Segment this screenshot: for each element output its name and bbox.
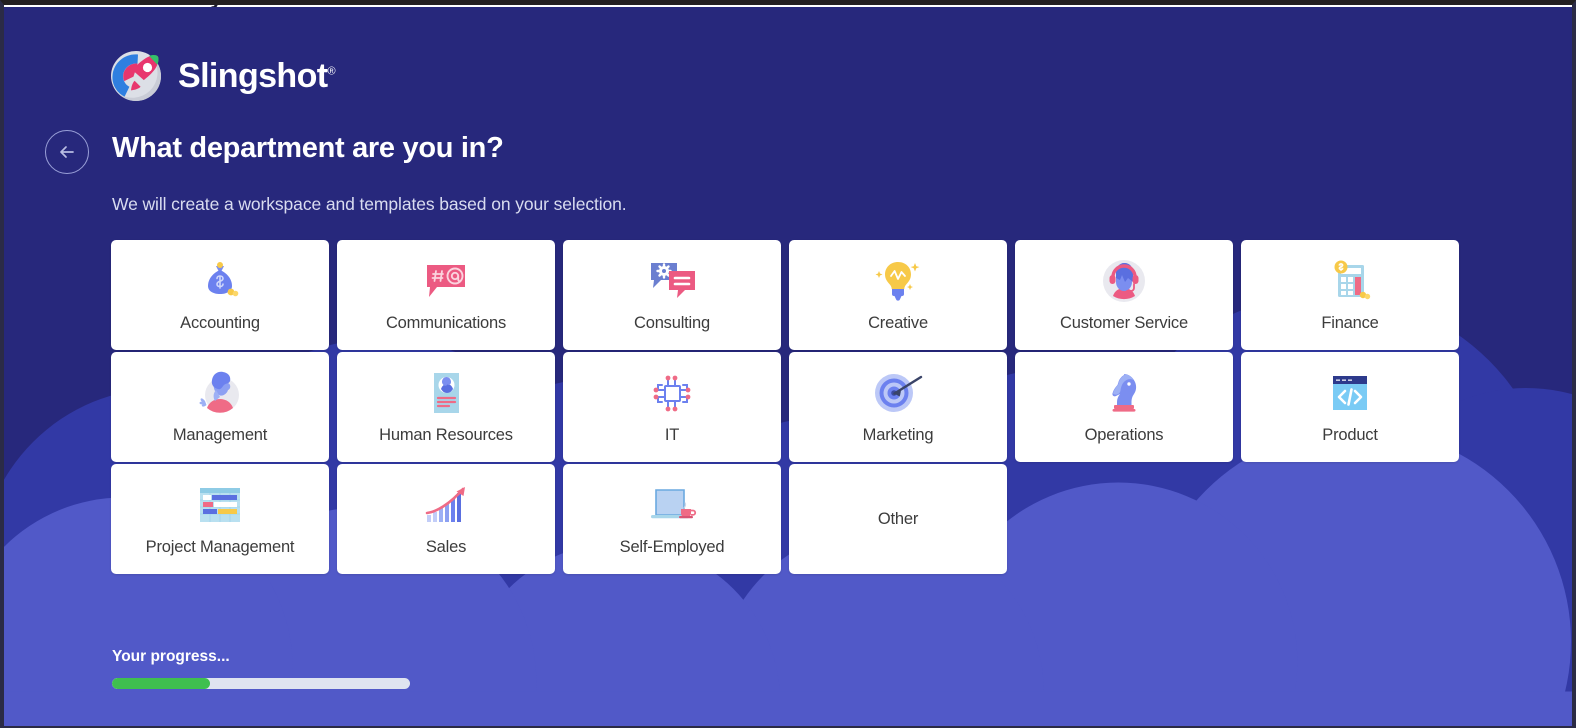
department-label: Sales [425,538,467,556]
underlying-page-sliver: My Workflow [4,5,1572,7]
speech-bubble-hash-at-icon [415,252,477,310]
department-card-other[interactable]: Other [789,464,1007,574]
lightbulb-stars-icon [867,252,929,310]
back-button[interactable] [45,130,89,174]
onboarding-window: My Workflow [0,0,1576,728]
progress-section: Your progress... [112,648,410,689]
department-card-self-employed[interactable]: Self-Employed [563,464,781,574]
department-card-accounting[interactable]: Accounting [111,240,329,350]
department-card-communications[interactable]: Communications [337,240,555,350]
progress-bar-fill [112,678,211,689]
target-arrow-icon [867,364,929,422]
department-label: Marketing [862,426,934,444]
registered-mark: ® [327,65,335,78]
department-card-human-resources[interactable]: Human Resources [337,352,555,462]
calculator-coin-icon [1319,252,1381,310]
laptop-coffee-icon [641,476,703,534]
department-label: Customer Service [1060,314,1188,332]
circuit-chip-icon [641,364,703,422]
progress-label: Your progress... [112,648,230,665]
brand-name: Slingshot® [178,56,336,95]
department-label: Consulting [634,314,710,332]
department-card-marketing[interactable]: Marketing [789,352,1007,462]
progress-bar [112,678,410,689]
department-label: Human Resources [379,426,513,444]
department-grid: Accounting Communications Consulting Cre… [111,240,1459,574]
department-card-sales[interactable]: Sales [337,464,555,574]
brand-logo: Slingshot® [108,48,336,104]
department-label: Other [877,509,919,528]
department-label: Accounting [180,314,260,332]
department-card-consulting[interactable]: Consulting [563,240,781,350]
department-label: Product [1322,426,1378,444]
department-label: IT [664,426,680,444]
department-label: Project Management [145,538,295,556]
money-bag-icon [189,252,251,310]
department-label: Management [172,426,268,444]
department-card-project-management[interactable]: Project Management [111,464,329,574]
chess-knight-icon [1093,364,1155,422]
underlying-page-title: My Workflow [192,5,327,7]
rocket-planet-icon [111,51,161,101]
department-label: Communications [385,314,507,332]
department-card-customer-service[interactable]: Customer Service [1015,240,1233,350]
department-card-it[interactable]: IT [563,352,781,462]
resume-document-icon [415,364,477,422]
page-subtitle: We will create a workspace and templates… [112,194,627,214]
code-window-icon [1319,364,1381,422]
department-card-finance[interactable]: Finance [1241,240,1459,350]
department-card-product[interactable]: Product [1241,352,1459,462]
department-label: Finance [1321,314,1379,332]
arrow-left-icon [60,146,74,158]
department-label: Operations [1084,426,1164,444]
gantt-chart-icon [189,476,251,534]
person-avatar-icon [189,364,251,422]
department-label: Creative [868,314,928,332]
headset-agent-icon [1093,252,1155,310]
department-card-operations[interactable]: Operations [1015,352,1233,462]
page-title: What department are you in? [112,132,504,164]
department-label: Self-Employed [619,538,725,556]
bar-chart-arrow-icon [415,476,477,534]
department-card-creative[interactable]: Creative [789,240,1007,350]
chat-bubbles-gear-icon [641,252,703,310]
department-card-management[interactable]: Management [111,352,329,462]
